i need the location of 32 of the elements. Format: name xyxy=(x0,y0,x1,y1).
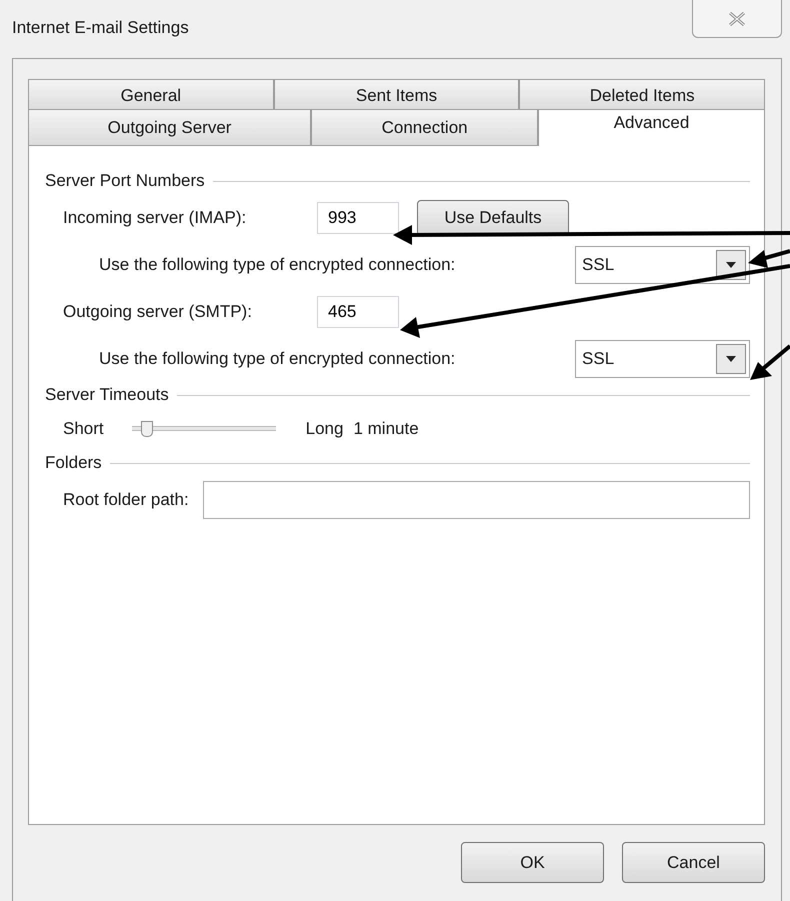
slider-label: Long xyxy=(306,419,344,439)
input-field[interactable] xyxy=(202,481,750,519)
section-title: Server Port Numbers xyxy=(45,171,205,191)
dropdown-arrow-icon xyxy=(726,262,736,268)
tab[interactable]: Sent Items xyxy=(274,79,520,111)
field-label: Use the following type of encrypted connection: xyxy=(99,255,456,275)
dropdown-arrow-icon xyxy=(726,356,736,362)
use-defaults-button[interactable]: Use Defaults xyxy=(417,200,569,236)
input-field[interactable]: 465 xyxy=(317,296,399,328)
dialog-button[interactable]: OK xyxy=(461,842,604,883)
slider-thumb[interactable] xyxy=(141,421,154,437)
section-title: Server Timeouts xyxy=(45,385,169,405)
close-icon xyxy=(727,10,747,26)
slider-value: 1 minute xyxy=(353,419,419,439)
field-label: Root folder path: xyxy=(63,490,189,510)
dropdown[interactable]: SSL xyxy=(575,340,750,378)
field-label: Incoming server (IMAP): xyxy=(63,208,248,228)
field-label: Use the following type of encrypted connection: xyxy=(99,349,456,369)
tab[interactable]: Deleted Items xyxy=(519,79,766,111)
tab[interactable]: Outgoing Server xyxy=(28,109,312,145)
slider-label: Short xyxy=(63,419,104,439)
tab[interactable]: Advanced xyxy=(538,109,765,146)
close-button[interactable] xyxy=(692,0,782,38)
arrow xyxy=(750,344,790,380)
dialog-button[interactable]: Cancel xyxy=(622,842,765,883)
window-title: Internet E-mail Settings xyxy=(12,18,189,38)
field-label: Outgoing server (SMTP): xyxy=(63,302,253,322)
input-field[interactable]: 993 xyxy=(317,202,399,234)
tab[interactable]: General xyxy=(28,79,274,111)
section-title: Folders xyxy=(45,453,102,473)
dropdown[interactable]: SSL xyxy=(575,246,750,284)
tab[interactable]: Connection xyxy=(311,109,538,145)
